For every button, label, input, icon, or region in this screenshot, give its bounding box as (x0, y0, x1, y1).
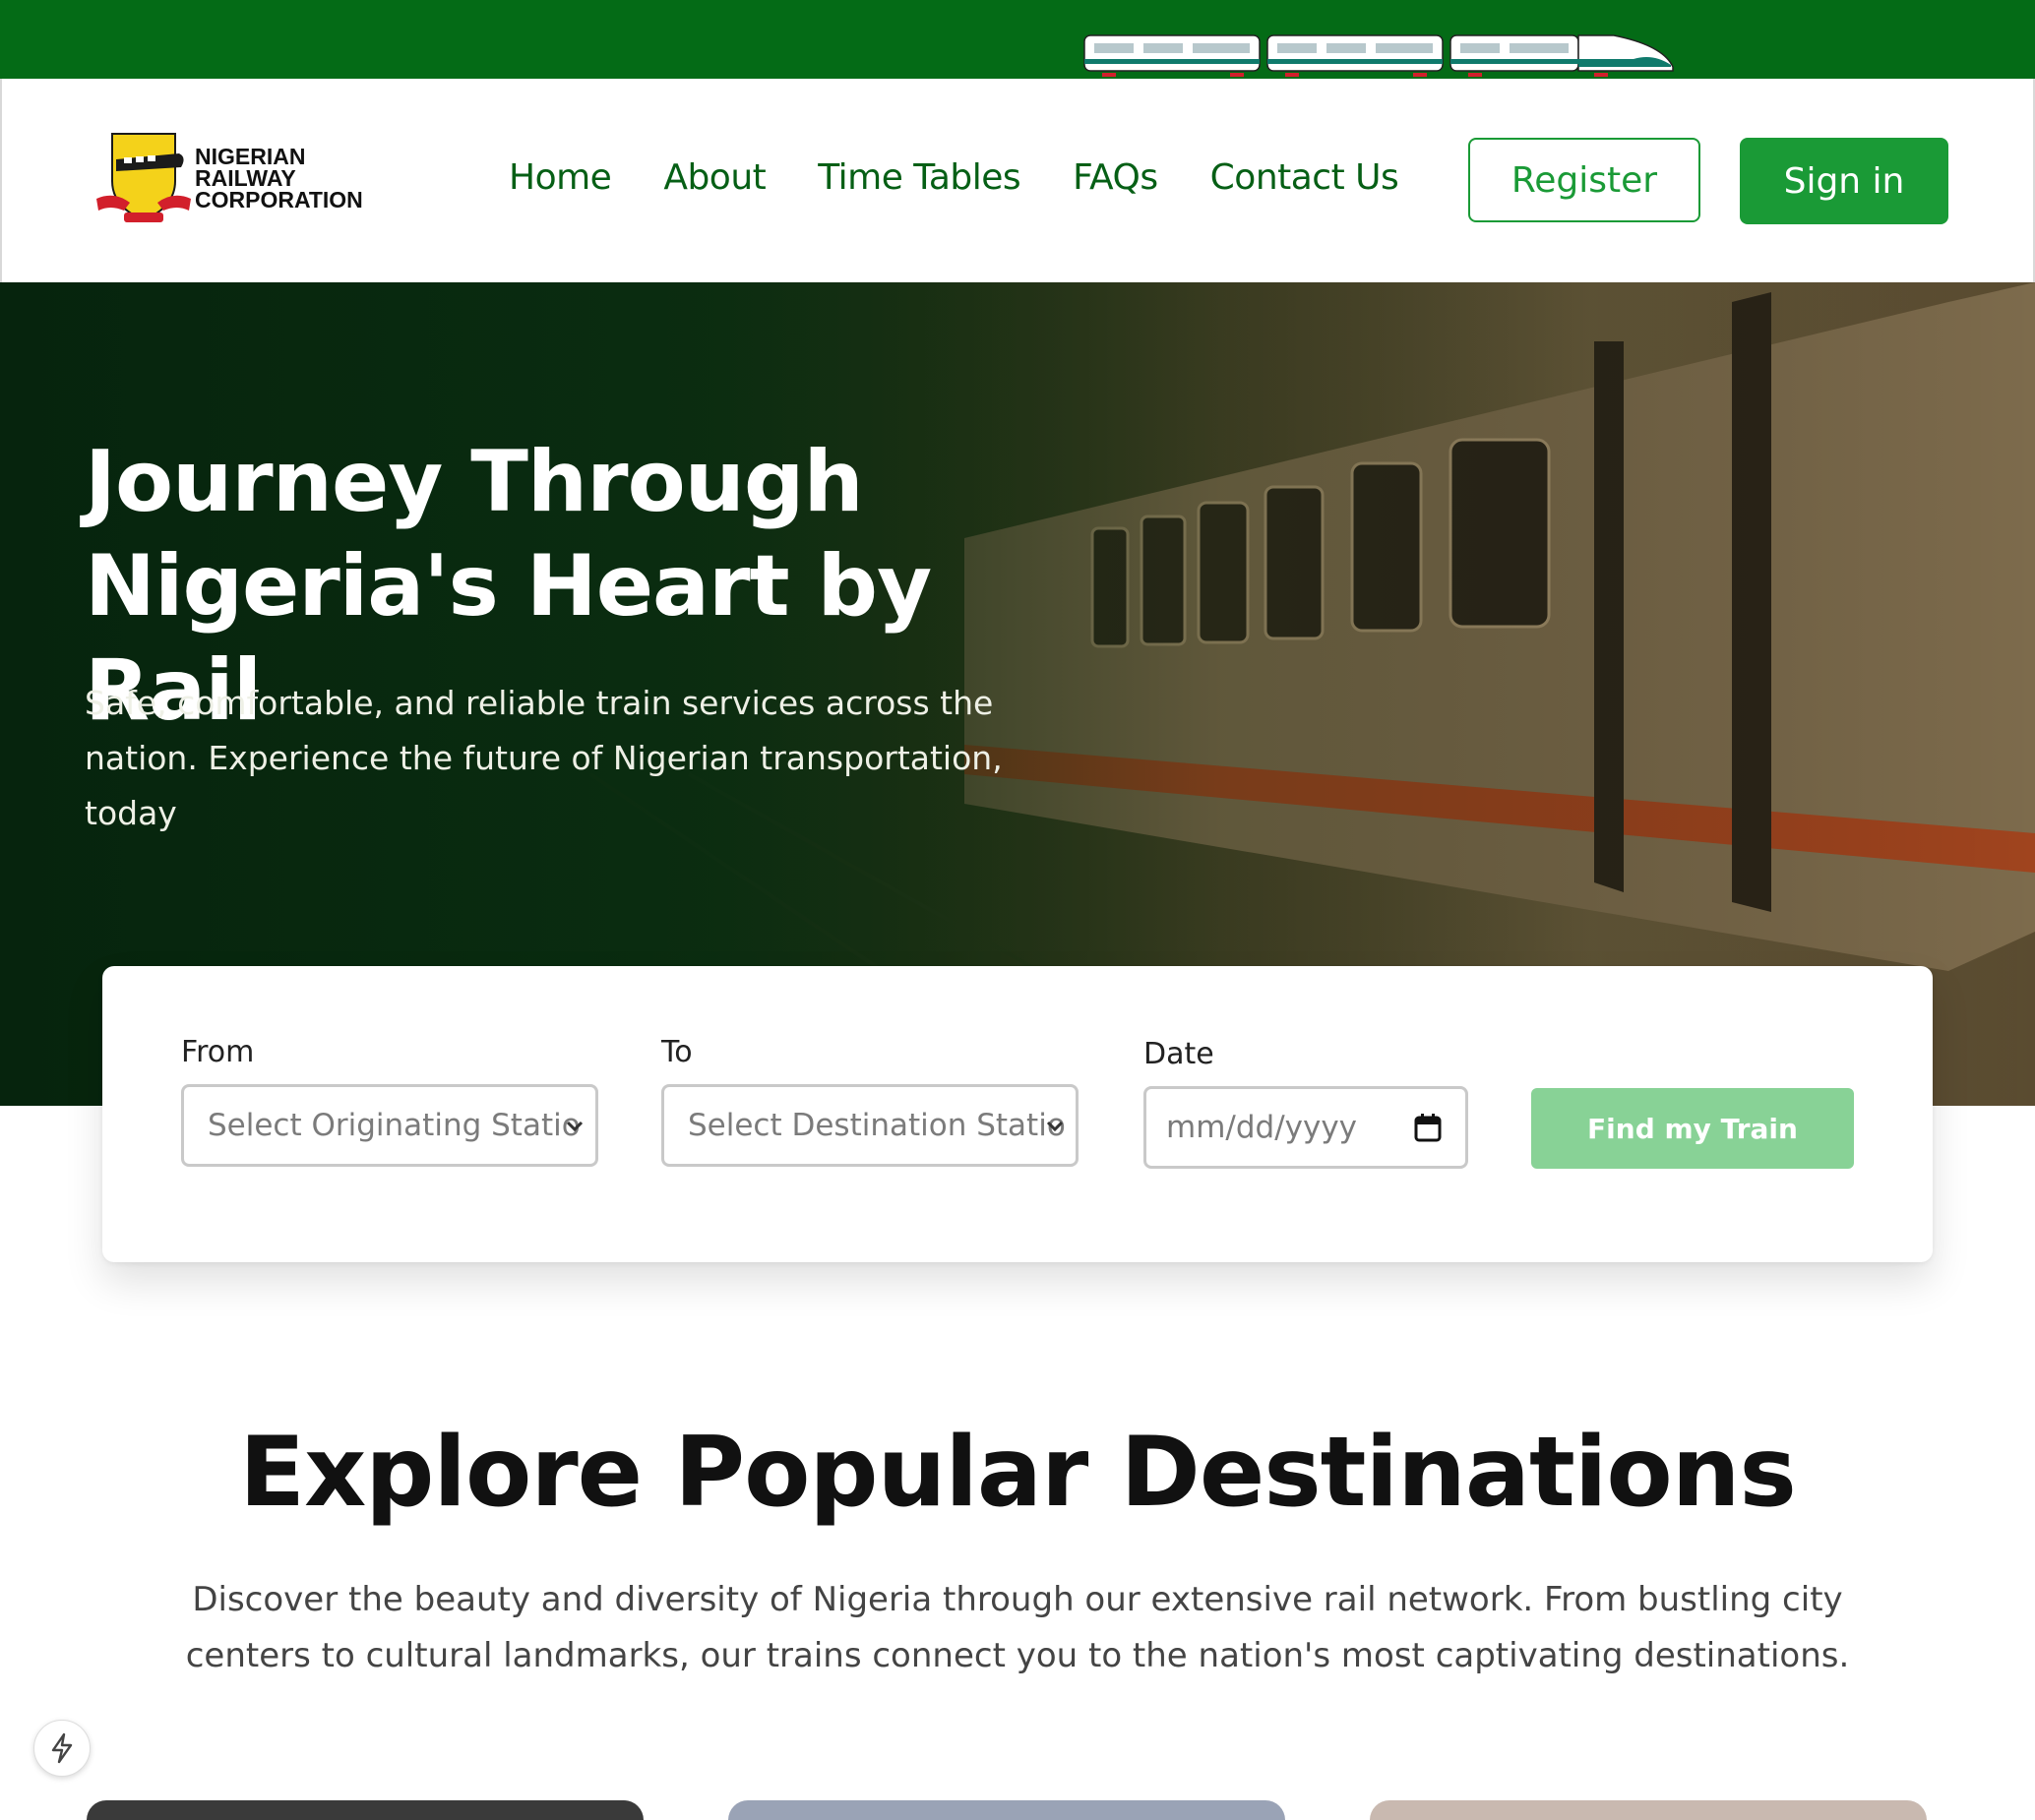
explore-title: Explore Popular Destinations (239, 1417, 1797, 1529)
from-station-select[interactable]: Select Originating Statio (181, 1084, 598, 1167)
to-station-value: Select Destination Statio (688, 1108, 1066, 1143)
calendar-icon[interactable] (1414, 1113, 1442, 1142)
date-placeholder: mm/dd/yyyy (1166, 1110, 1358, 1145)
chevron-down-icon (566, 1121, 584, 1132)
from-station-value: Select Originating Statio (208, 1108, 581, 1143)
train-icon (1083, 34, 1674, 77)
brand-logo[interactable]: NIGERIAN RAILWAY CORPORATION (94, 130, 370, 238)
sign-in-button[interactable]: Sign in (1740, 138, 1948, 224)
destination-card-1[interactable] (87, 1800, 644, 1820)
bolt-icon (51, 1732, 73, 1764)
brand-name-line-2: RAILWAY (195, 165, 296, 191)
hero-subtitle: Safe, comfortable, and reliable train se… (85, 684, 1003, 832)
from-label: From (181, 1035, 255, 1069)
railway-crest-icon (96, 133, 191, 222)
find-my-train-button[interactable]: Find my Train (1531, 1088, 1854, 1169)
chevron-down-icon (1046, 1121, 1064, 1132)
explore-description: Discover the beauty and diversity of Nig… (185, 1580, 1850, 1675)
nav-contact-us[interactable]: Contact Us (1210, 157, 1399, 198)
date-input[interactable]: mm/dd/yyyy (1143, 1086, 1468, 1169)
register-button[interactable]: Register (1468, 138, 1700, 222)
top-banner (0, 0, 2035, 79)
destination-card-2[interactable] (728, 1800, 1285, 1820)
main-nav: Home About Time Tables FAQs Contact Us (509, 157, 1399, 198)
brand-name-line-1: NIGERIAN (195, 144, 306, 169)
floating-action-button[interactable] (33, 1720, 91, 1777)
nav-home[interactable]: Home (509, 157, 612, 198)
brand-name: NIGERIAN RAILWAY CORPORATION (195, 144, 363, 212)
site-header: NIGERIAN RAILWAY CORPORATION Home About … (0, 79, 2035, 282)
brand-name-line-3: CORPORATION (195, 187, 363, 212)
to-label: To (661, 1035, 693, 1069)
nav-time-tables[interactable]: Time Tables (818, 157, 1020, 198)
destination-card-3[interactable] (1370, 1800, 1927, 1820)
to-station-select[interactable]: Select Destination Statio (661, 1084, 1079, 1167)
nav-about[interactable]: About (663, 157, 766, 198)
date-label: Date (1143, 1037, 1214, 1071)
nav-faqs[interactable]: FAQs (1073, 157, 1158, 198)
train-search-form: From Select Originating Statio To Select… (102, 966, 1933, 1262)
